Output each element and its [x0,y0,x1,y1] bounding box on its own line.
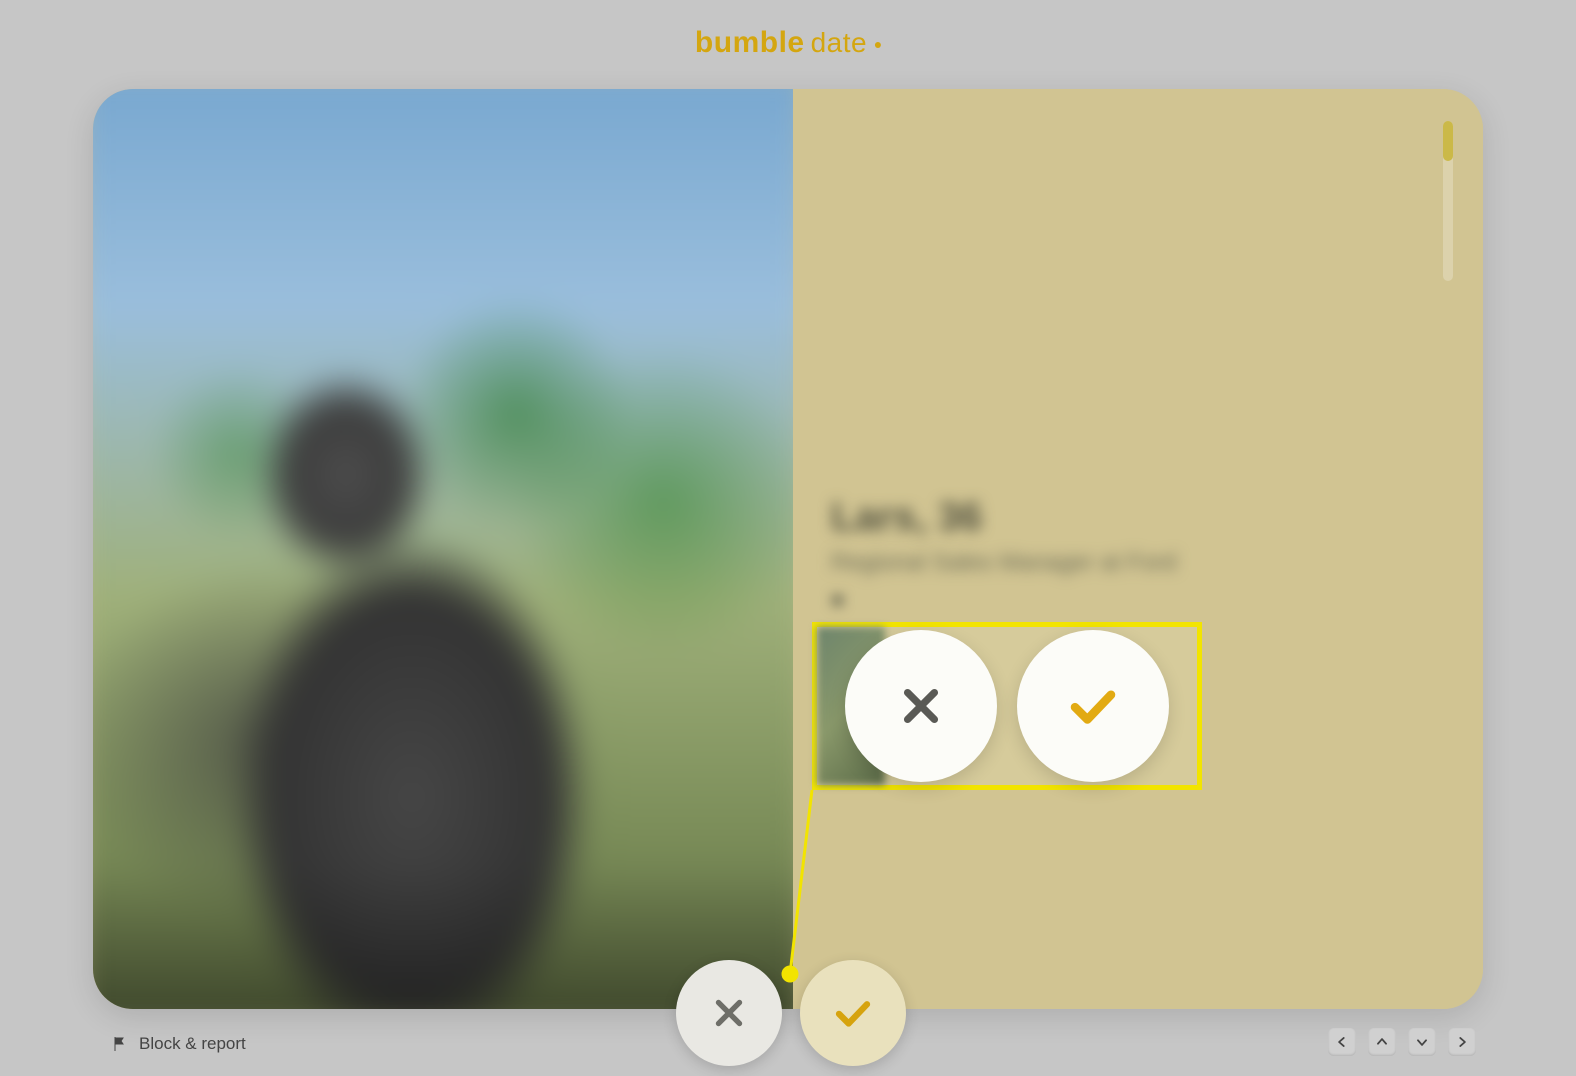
check-icon [832,992,874,1034]
brand-name: bumble [695,26,805,60]
x-icon [711,995,747,1031]
brand-dot-icon [875,42,881,48]
profile-detail-icon: ■ [831,587,844,613]
key-up [1368,1028,1396,1056]
x-icon [898,683,944,729]
check-icon [1066,679,1120,733]
pass-button[interactable] [676,960,782,1066]
profile-age: 36 [938,495,983,539]
block-report-button[interactable]: Block & report [113,1034,246,1054]
key-left [1328,1028,1356,1056]
arrow-left-icon [1335,1035,1349,1049]
callout-like-button [1017,630,1169,782]
block-report-label: Block & report [139,1034,246,1054]
like-button[interactable] [800,960,906,1066]
key-right [1448,1028,1476,1056]
profile-info-panel[interactable]: Lars, 36 Regional Sales Manager at Ford … [793,89,1483,1009]
arrow-down-icon [1415,1035,1429,1049]
annotation-callout [812,622,1202,790]
profile-occupation: Regional Sales Manager at Ford [831,549,1177,577]
arrow-right-icon [1455,1035,1469,1049]
app-logo: bumble date [695,26,881,60]
brand-mode: date [811,27,868,59]
scrollbar-thumb[interactable] [1443,121,1453,161]
profile-name: Lars [831,495,916,539]
profile-name-age: Lars, 36 [831,495,982,540]
keyboard-hints [1328,1028,1476,1056]
profile-card: Lars, 36 Regional Sales Manager at Ford … [93,89,1483,1009]
key-down [1408,1028,1436,1056]
swipe-actions [676,960,906,1066]
flag-icon [113,1036,127,1052]
arrow-up-icon [1375,1035,1389,1049]
profile-photo[interactable] [93,89,811,1009]
callout-pass-button [845,630,997,782]
